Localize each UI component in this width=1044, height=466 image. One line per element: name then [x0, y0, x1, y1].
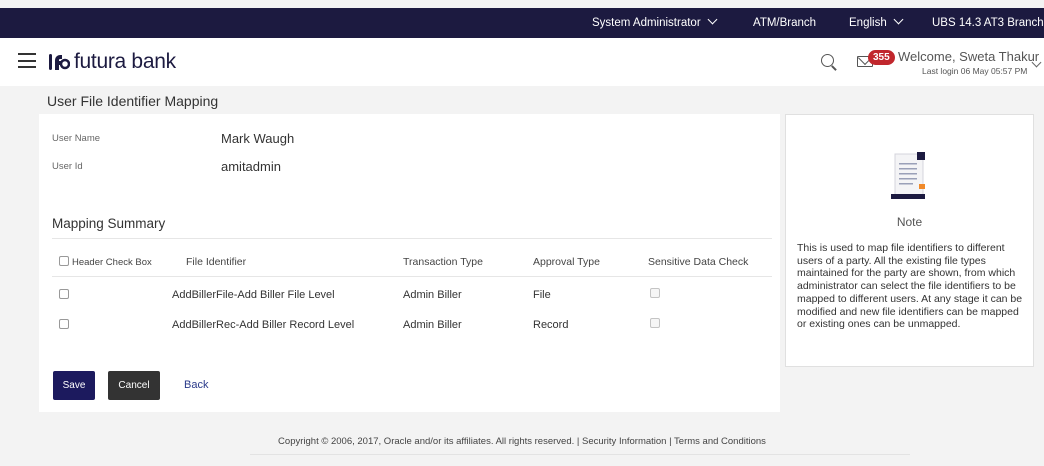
- menu-icon[interactable]: [18, 53, 36, 68]
- chevron-down-icon: [707, 14, 718, 25]
- last-login: Last login 06 May 05:57 PM: [922, 66, 1028, 76]
- main-card: User Name Mark Waugh User Id amitadmin M…: [39, 114, 780, 412]
- row-checkbox[interactable]: [59, 289, 69, 299]
- file-identifier-cell: AddBillerRec-Add Biller Record Level: [172, 319, 355, 331]
- user-id-value: amitadmin: [221, 159, 281, 174]
- divider: [250, 454, 910, 455]
- column-header-check: Header Check Box: [72, 257, 152, 268]
- top-bar: System Administrator ATM/Branch English …: [0, 8, 1044, 38]
- mapping-summary-title: Mapping Summary: [52, 216, 166, 231]
- app-header: futura bank 355 Welcome, Sweta Thakur La…: [0, 38, 1044, 86]
- sensitive-data-checkbox[interactable]: [650, 288, 660, 298]
- user-name-label: User Name: [52, 133, 101, 144]
- role-label: System Administrator: [592, 17, 701, 29]
- divider: [52, 238, 772, 239]
- note-panel: Note This is used to map file identifier…: [785, 114, 1034, 367]
- page-title: User File Identifier Mapping: [47, 93, 219, 109]
- language-label: English: [849, 17, 887, 29]
- column-header-file-identifier: File Identifier: [186, 256, 247, 268]
- cancel-button[interactable]: Cancel: [108, 371, 160, 400]
- search-icon[interactable]: [821, 54, 834, 67]
- branch-dropdown[interactable]: UBS 14.3 AT3 Branch: [932, 8, 1044, 38]
- document-note-icon: [891, 152, 925, 199]
- sensitive-data-checkbox[interactable]: [650, 318, 660, 328]
- user-name-value: Mark Waugh: [221, 131, 295, 146]
- mail-count-badge[interactable]: 355: [868, 50, 895, 65]
- save-button[interactable]: Save: [53, 371, 95, 400]
- header-checkbox[interactable]: [59, 256, 69, 266]
- column-header-transaction-type: Transaction Type: [403, 256, 483, 268]
- divider: [52, 276, 772, 277]
- transaction-type-cell: Admin Biller: [403, 319, 462, 331]
- atm-branch-link[interactable]: ATM/Branch: [753, 8, 816, 38]
- chevron-down-icon[interactable]: [1031, 57, 1042, 68]
- transaction-type-cell: Admin Biller: [403, 289, 462, 301]
- note-text: This is used to map file identifiers to …: [797, 242, 1023, 331]
- futura-logo-icon: [49, 54, 70, 70]
- file-identifier-cell: AddBillerFile-Add Biller File Level: [172, 289, 335, 301]
- brand-logo[interactable]: futura bank: [48, 49, 176, 75]
- branch-label: UBS 14.3 AT3 Branch: [932, 17, 1044, 29]
- user-id-label: User Id: [52, 161, 83, 172]
- welcome-user[interactable]: Welcome, Sweta Thakur: [898, 49, 1039, 64]
- note-title: Note: [896, 215, 923, 229]
- footer: Copyright © 2006, 2017, Oracle and/or it…: [278, 436, 766, 447]
- column-header-approval-type: Approval Type: [533, 256, 600, 268]
- approval-type-cell: Record: [533, 319, 569, 331]
- row-checkbox[interactable]: [59, 319, 69, 329]
- column-header-sensitive-data: Sensitive Data Check: [648, 256, 749, 268]
- approval-type-cell: File: [533, 289, 551, 301]
- language-dropdown[interactable]: English: [849, 8, 904, 38]
- brand-name: futura bank: [74, 50, 176, 73]
- role-dropdown[interactable]: System Administrator: [592, 8, 718, 38]
- chevron-down-icon: [893, 14, 904, 25]
- back-link[interactable]: Back: [184, 379, 208, 391]
